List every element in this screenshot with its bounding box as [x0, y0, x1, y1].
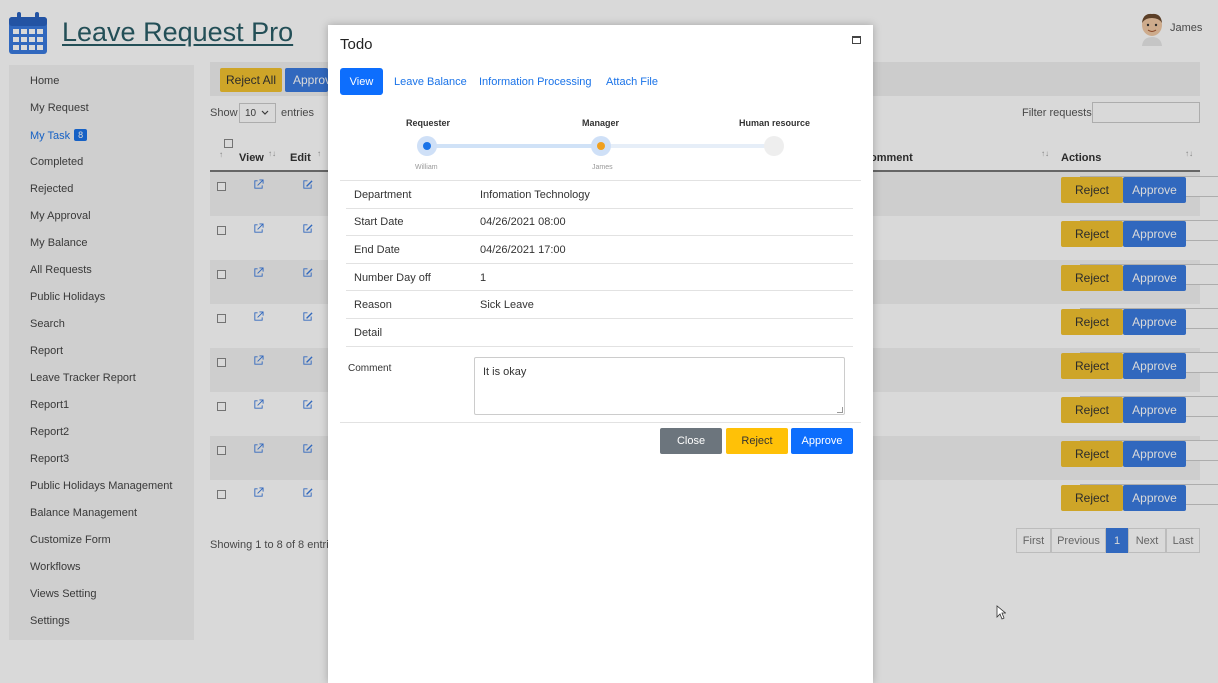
detail-label-start-date: Start Date [354, 216, 404, 228]
step-person-manager: James [592, 164, 613, 171]
approve-button[interactable]: Approve [791, 428, 853, 454]
step-label-human-resource: Human resource [739, 118, 811, 128]
step-dot-core [423, 142, 431, 150]
workflow-progress-fill [425, 144, 600, 148]
step-label-manager: Manager [582, 118, 620, 128]
step-dot-requester [417, 136, 437, 156]
tab-leave-balance[interactable]: Leave Balance [394, 68, 467, 95]
step-person-requester: William [415, 164, 438, 171]
modal-title: Todo [340, 36, 373, 53]
detail-label-department: Department [354, 189, 412, 201]
detail-value-number-day-off: 1 [480, 272, 487, 284]
divider [346, 208, 853, 209]
tab-view[interactable]: View [340, 68, 383, 95]
divider [346, 318, 853, 319]
maximize-icon[interactable] [852, 36, 861, 44]
divider [340, 180, 861, 181]
detail-value-end-date: 04/26/2021 17:00 [480, 244, 566, 256]
comment-text: It is okay [483, 366, 527, 378]
step-dot-human-resource [764, 136, 784, 156]
reject-button[interactable]: Reject [726, 428, 788, 454]
detail-value-department: Infomation Technology [480, 189, 590, 201]
comment-textarea[interactable]: It is okay [474, 357, 845, 415]
tab-information-processing[interactable]: Information Processing [479, 68, 592, 95]
step-label-requester: Requester [406, 118, 451, 128]
mouse-cursor-icon [996, 605, 1006, 620]
detail-label-reason: Reason [354, 299, 392, 311]
close-button[interactable]: Close [660, 428, 722, 454]
divider [346, 263, 853, 264]
comment-label: Comment [348, 363, 392, 374]
step-dot-core [597, 142, 605, 150]
divider [346, 290, 853, 291]
detail-value-start-date: 04/26/2021 08:00 [480, 216, 566, 228]
step-dot-manager [591, 136, 611, 156]
resize-grip-icon[interactable] [837, 407, 843, 413]
detail-label-detail: Detail [354, 327, 383, 339]
detail-label-number-day-off: Number Day off [354, 272, 431, 284]
detail-label-end-date: End Date [354, 244, 400, 256]
divider [346, 346, 853, 347]
tab-attach-file[interactable]: Attach File [606, 68, 658, 95]
detail-value-reason: Sick Leave [480, 299, 534, 311]
divider [346, 235, 853, 236]
todo-modal: Todo View Leave Balance Information Proc… [328, 25, 873, 683]
divider [340, 422, 861, 423]
